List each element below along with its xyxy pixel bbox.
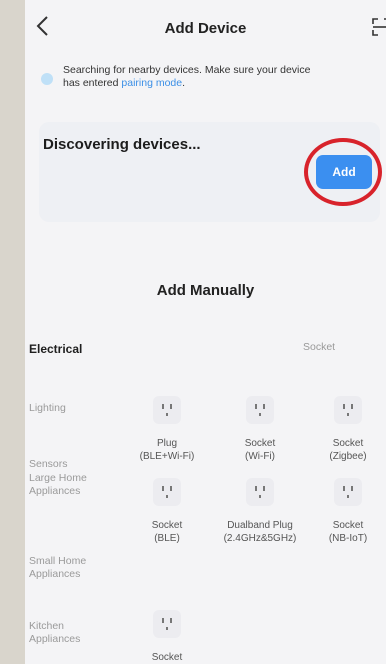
discovery-title: Discovering devices... [43,136,201,153]
device-name: Socket [244,438,276,449]
device-sub: (BLE+Wi-Fi) [139,451,195,462]
category-electrical[interactable]: Electrical [29,342,82,356]
device-sub: (Wi-Fi) [245,451,275,462]
device-name: Socket [332,438,364,449]
scan-icon[interactable] [372,18,386,36]
info-icon [41,73,53,85]
add-manually-title: Add Manually [156,282,255,299]
device-name: Plug [156,438,177,449]
plug-socket-icon [153,396,181,424]
plug-socket-icon [246,396,274,424]
page-title: Add Device [164,20,247,37]
device-socket-partial[interactable]: Socket [122,610,212,664]
device-sub: (Zigbee) [329,451,367,462]
plug-socket-icon [153,610,181,638]
plug-socket-icon [334,396,362,424]
device-socket-zigbee[interactable]: Socket (Zigbee) [303,396,386,463]
device-plug-ble-wifi[interactable]: Plug (BLE+Wi-Fi) [122,396,212,463]
category-kitchen-appliances[interactable]: Kitchen Appliances [29,620,99,646]
device-name: Socket [151,520,183,531]
device-name: Socket [332,520,364,531]
pairing-mode-link[interactable]: pairing mode [121,77,182,89]
highlight-circle [304,138,382,206]
category-lighting[interactable]: Lighting [29,402,66,415]
notice-text: Searching for nearby devices. Make sure … [63,64,386,90]
category-sensors[interactable]: Sensors [29,458,68,471]
pairing-notice: Searching for nearby devices. Make sure … [33,64,386,100]
device-name: Dualband Plug [227,520,293,531]
add-device-screen: Add Device Searching for nearby devices.… [25,0,386,664]
device-dualband-plug[interactable]: Dualband Plug (2.4GHz&5GHz) [215,478,305,545]
plug-socket-icon [246,478,274,506]
device-sub: (2.4GHz&5GHz) [223,533,297,544]
section-header-socket: Socket [303,341,336,353]
header: Add Device [25,0,386,52]
notice-line2-suffix: . [182,77,186,89]
device-sub: (NB-IoT) [328,533,368,544]
device-sub: (BLE) [154,533,180,544]
device-socket-wifi[interactable]: Socket (Wi-Fi) [215,396,305,463]
category-small-home-appliances[interactable]: Small Home Appliances [29,555,99,581]
plug-socket-icon [334,478,362,506]
category-large-home-appliances[interactable]: Large Home Appliances [29,472,99,498]
notice-line2-prefix: has entered [63,77,122,89]
plug-socket-icon [153,478,181,506]
notice-line1: Searching for nearby devices. Make sure … [63,64,311,76]
device-socket-nb-iot[interactable]: Socket (NB-IoT) [303,478,386,545]
device-socket-ble[interactable]: Socket (BLE) [122,478,212,545]
device-name: Socket [151,652,183,663]
